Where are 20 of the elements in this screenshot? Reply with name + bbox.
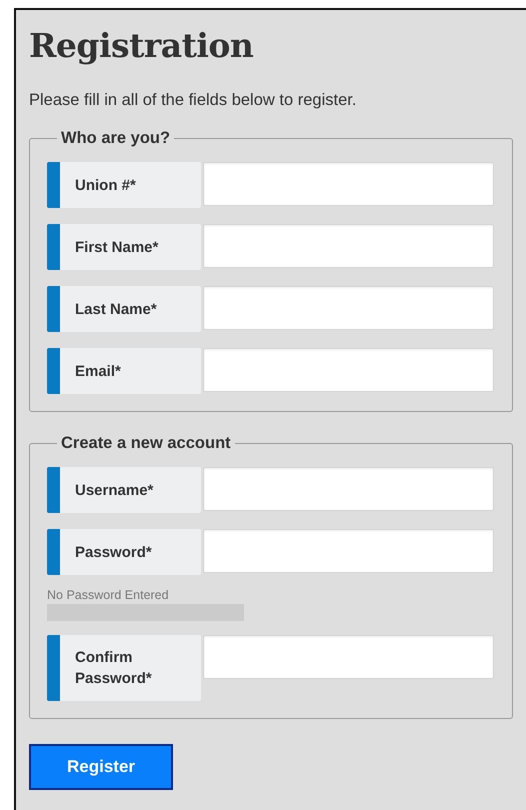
field-label: Union #*: [47, 162, 201, 208]
input-field[interactable]: [203, 348, 494, 392]
input-field[interactable]: [203, 162, 494, 206]
intro-text: Please fill in all of the fields below to register.: [29, 90, 358, 111]
strength-text: No Password Entered: [47, 587, 170, 603]
field-label: Email*: [47, 348, 201, 394]
section-legend: Who are you?: [57, 129, 174, 148]
section-legend: Create a new account: [57, 434, 235, 453]
input-field[interactable]: [203, 224, 494, 268]
page-title: Registration: [29, 25, 254, 67]
input-field[interactable]: [203, 635, 494, 679]
input-field[interactable]: [203, 529, 494, 573]
field-label: Username*: [47, 467, 201, 513]
input-field[interactable]: [203, 467, 494, 511]
input-field[interactable]: [203, 286, 494, 330]
field-label: Last Name*: [47, 286, 201, 332]
field-label: First Name*: [47, 224, 201, 270]
field-label: Password*: [47, 529, 201, 575]
register-button[interactable]: Register: [29, 744, 173, 790]
field-label: Confirm Password*: [47, 635, 201, 701]
